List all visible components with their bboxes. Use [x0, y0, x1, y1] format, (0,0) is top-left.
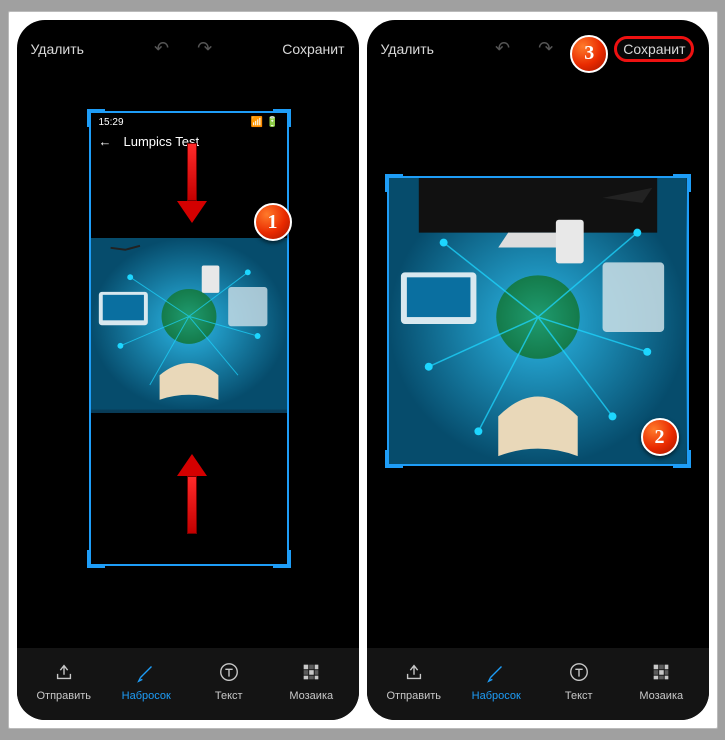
tool-label: Мозаика — [289, 690, 333, 702]
canvas[interactable]: 2 — [367, 71, 709, 648]
save-button[interactable]: Сохранит — [282, 41, 344, 57]
share-icon — [403, 660, 425, 684]
sketch-icon — [135, 660, 157, 684]
redo-icon[interactable]: ↷ — [197, 38, 212, 59]
bottom-toolbar: Отправить Набросок Текст Мозаика — [367, 648, 709, 720]
topbar: Удалить ↶ ↷ Сохранит 3 — [367, 20, 709, 71]
screenshot-content — [389, 178, 687, 464]
bottom-toolbar: Отправить Набросок Текст Мозаика — [17, 648, 359, 720]
tool-label: Мозаика — [639, 690, 683, 702]
tool-label: Текст — [215, 690, 243, 702]
tech-image — [389, 178, 687, 464]
tech-image — [91, 238, 287, 413]
crop-frame[interactable]: 15:29 📶 🔋 ← Lumpics Test — [89, 111, 289, 566]
tool-mosaic[interactable]: Мозаика — [620, 660, 703, 702]
topbar: Удалить ↶ ↷ Сохранит — [17, 20, 359, 71]
sketch-icon — [485, 660, 507, 684]
delete-button[interactable]: Удалить — [31, 41, 84, 57]
save-button[interactable]: Сохранит — [614, 36, 694, 62]
step-badge-1: 1 — [254, 203, 292, 241]
mosaic-icon — [300, 660, 322, 684]
arrow-down-annotation — [179, 143, 205, 223]
share-icon — [53, 660, 75, 684]
back-icon: ← — [99, 134, 112, 149]
tool-label: Набросок — [122, 690, 171, 702]
tool-label: Отправить — [36, 690, 91, 702]
tool-label: Текст — [565, 690, 593, 702]
text-icon — [218, 660, 240, 684]
delete-button[interactable]: Удалить — [381, 41, 434, 57]
status-time: 15:29 — [99, 117, 124, 128]
tool-send[interactable]: Отправить — [373, 660, 456, 702]
tool-sketch[interactable]: Набросок — [105, 660, 188, 702]
crop-frame[interactable]: 2 — [387, 176, 689, 466]
tool-label: Отправить — [386, 690, 441, 702]
undo-icon[interactable]: ↶ — [154, 38, 169, 59]
tool-text[interactable]: Текст — [538, 660, 621, 702]
tool-sketch[interactable]: Набросок — [455, 660, 538, 702]
arrow-up-annotation — [179, 454, 205, 534]
undo-icon[interactable]: ↶ — [495, 38, 510, 59]
tool-mosaic[interactable]: Мозаика — [270, 660, 353, 702]
step-badge-3: 3 — [570, 35, 608, 73]
tool-label: Набросок — [472, 690, 521, 702]
text-icon — [568, 660, 590, 684]
redo-icon[interactable]: ↷ — [538, 38, 553, 59]
status-icons: 📶 🔋 — [251, 117, 279, 128]
canvas[interactable]: 15:29 📶 🔋 ← Lumpics Test — [17, 71, 359, 648]
phone-right: Удалить ↶ ↷ Сохранит 3 — [367, 20, 709, 720]
phone-left: Удалить ↶ ↷ Сохранит 15:29 📶 🔋 — [17, 20, 359, 720]
tool-text[interactable]: Текст — [188, 660, 271, 702]
step-badge-2: 2 — [641, 418, 679, 456]
mosaic-icon — [650, 660, 672, 684]
tool-send[interactable]: Отправить — [23, 660, 106, 702]
